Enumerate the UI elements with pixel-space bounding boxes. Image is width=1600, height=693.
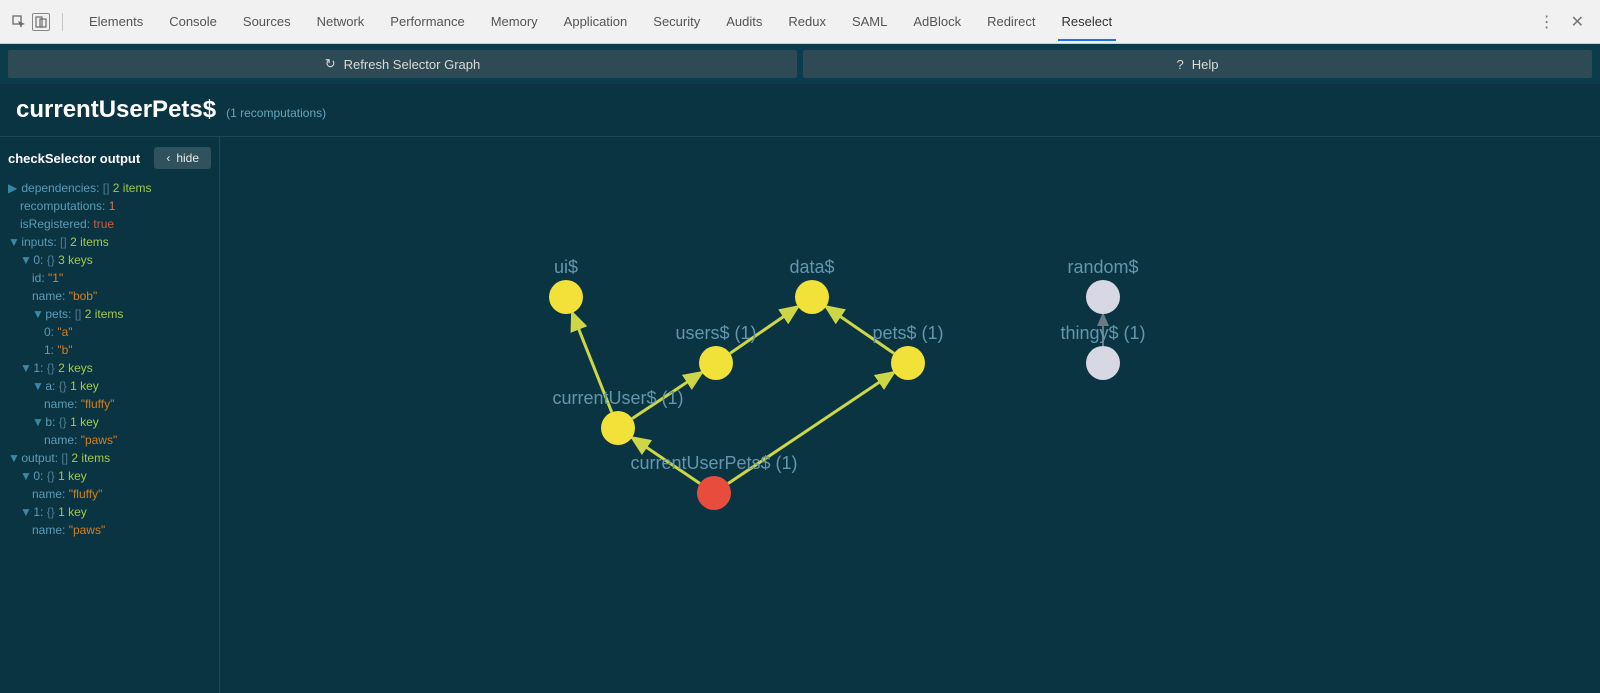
tree-row-output-0[interactable]: ▼ 0: {} 1 key (8, 467, 211, 485)
devtools-tab-audits[interactable]: Audits (722, 2, 766, 41)
refresh-graph-button[interactable]: ↻ Refresh Selector Graph (8, 50, 797, 78)
tree-row-output-1[interactable]: ▼ 1: {} 1 key (8, 503, 211, 521)
graph-node-pets[interactable] (891, 346, 925, 380)
tree-row-output-1-name: name: "paws" (8, 521, 211, 539)
graph-node-thingy[interactable] (1086, 346, 1120, 380)
tree-row-inputs-1-b[interactable]: ▼ b: {} 1 key (8, 413, 211, 431)
devtools-tab-security[interactable]: Security (649, 2, 704, 41)
help-icon: ? (1177, 57, 1184, 72)
selector-header: currentUserPets$ (1 recomputations) (0, 84, 1600, 137)
tree-row-inputs-1-b-name: name: "paws" (8, 431, 211, 449)
graph-edge (826, 307, 894, 354)
refresh-icon: ↻ (325, 56, 336, 72)
sidebar: checkSelector output ‹ hide ▶ dependenci… (0, 137, 220, 693)
separator (62, 13, 63, 31)
devtools-tab-redirect[interactable]: Redirect (983, 2, 1039, 41)
devtools-tab-performance[interactable]: Performance (386, 2, 468, 41)
graph-edge (728, 372, 894, 483)
devtools-tab-application[interactable]: Application (560, 2, 632, 41)
chevron-left-icon: ‹ (166, 151, 170, 165)
tree-row-inputs-1-a[interactable]: ▼ a: {} 1 key (8, 377, 211, 395)
device-toggle-icon[interactable] (32, 13, 50, 31)
main-split: checkSelector output ‹ hide ▶ dependenci… (0, 137, 1600, 693)
tree-row-inputs-1-a-name: name: "fluffy" (8, 395, 211, 413)
tree-row-inputs-0-pets-0: 0: "a" (8, 323, 211, 341)
tree-row-output-0-name: name: "fluffy" (8, 485, 211, 503)
graph-node-users[interactable] (699, 346, 733, 380)
tree-row-inputs[interactable]: ▼ inputs: [] 2 items (8, 233, 211, 251)
selector-title: currentUserPets$ (16, 96, 216, 124)
devtools-tabbar: Elements Console Sources Network Performance… (0, 0, 1600, 44)
help-button[interactable]: ? Help (803, 50, 1592, 78)
tree-row-inputs-0-pets-1: 1: "b" (8, 341, 211, 359)
help-label: Help (1192, 57, 1219, 72)
hide-label: hide (176, 151, 199, 165)
graph-edge (730, 307, 798, 354)
tree-row-output[interactable]: ▼ output: [] 2 items (8, 449, 211, 467)
devtools-tab-network[interactable]: Network (313, 2, 369, 41)
graph-edge (632, 438, 700, 484)
graph-node-currentUser[interactable] (601, 411, 635, 445)
graph-svg (220, 137, 1600, 693)
graph-node-random[interactable] (1086, 280, 1120, 314)
tree-row-inputs-0-id: id: "1" (8, 269, 211, 287)
tree-row-inputs-1[interactable]: ▼ 1: {} 2 keys (8, 359, 211, 377)
tree-row-inputs-0[interactable]: ▼ 0: {} 3 keys (8, 251, 211, 269)
graph-edge (632, 372, 702, 418)
selector-graph[interactable]: ui$data$users$ (1)pets$ (1)currentUser$ … (220, 137, 1600, 693)
sidebar-header: checkSelector output ‹ hide (8, 147, 211, 169)
tree-row-inputs-0-pets[interactable]: ▼ pets: [] 2 items (8, 305, 211, 323)
devtools-tab-sources[interactable]: Sources (239, 2, 295, 41)
devtools-tab-adblock[interactable]: AdBlock (909, 2, 965, 41)
graph-node-data[interactable] (795, 280, 829, 314)
devtools-tabs: Elements Console Sources Network Performance… (85, 2, 1535, 41)
hide-button[interactable]: ‹ hide (154, 147, 211, 169)
more-icon[interactable]: ⋮ (1539, 12, 1555, 32)
devtools-tab-memory[interactable]: Memory (487, 2, 542, 41)
tree-row-inputs-0-name: name: "bob" (8, 287, 211, 305)
devtools-tab-redux[interactable]: Redux (784, 2, 830, 41)
tree-row-isregistered: isRegistered: true (8, 215, 211, 233)
recomputations-badge: (1 recomputations) (226, 106, 326, 120)
graph-node-ui[interactable] (549, 280, 583, 314)
inspect-icon[interactable] (10, 13, 28, 31)
devtools-tab-saml[interactable]: SAML (848, 2, 891, 41)
graph-node-currentUserPets[interactable] (697, 476, 731, 510)
devtools-tab-console[interactable]: Console (165, 2, 221, 41)
devtools-tab-elements[interactable]: Elements (85, 2, 147, 41)
sidebar-title: checkSelector output (8, 151, 140, 166)
tree-row-recomputations: recomputations: 1 (8, 197, 211, 215)
graph-edge (572, 313, 611, 412)
refresh-label: Refresh Selector Graph (344, 57, 481, 72)
devtools-right-controls: ⋮ ✕ (1539, 12, 1590, 32)
inspector-tree: ▶ dependencies: [] 2 items recomputation… (8, 179, 211, 539)
tree-row-dependencies[interactable]: ▶ dependencies: [] 2 items (8, 179, 211, 197)
extension-toolbar: ↻ Refresh Selector Graph ? Help (0, 44, 1600, 84)
close-icon[interactable]: ✕ (1571, 12, 1584, 32)
devtools-tab-reselect[interactable]: Reselect (1058, 2, 1117, 41)
